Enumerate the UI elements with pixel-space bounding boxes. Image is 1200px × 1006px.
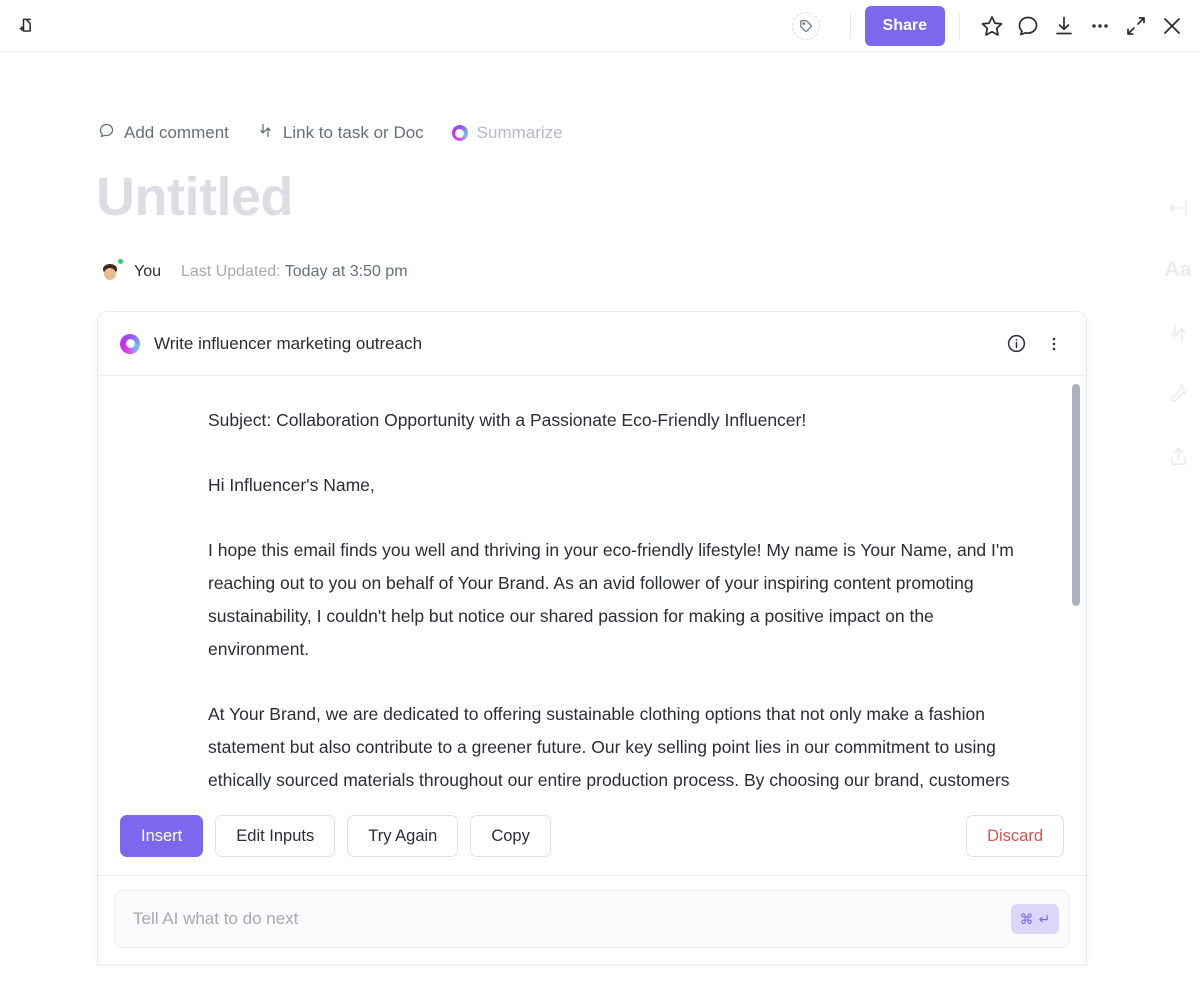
- share-button[interactable]: Share: [865, 6, 945, 46]
- ai-paragraph: At Your Brand, we are dedicated to offer…: [208, 698, 1032, 803]
- new-doc-icon[interactable]: [8, 8, 44, 44]
- comment-icon: [98, 122, 115, 144]
- online-status-dot: [116, 257, 125, 266]
- link-to-task-button[interactable]: Link to task or Doc: [257, 122, 424, 144]
- divider: [850, 13, 851, 39]
- ai-prompt-placeholder: Tell AI what to do next: [133, 909, 298, 929]
- page-title[interactable]: Untitled: [0, 144, 1200, 228]
- submit-shortcut-button[interactable]: ⌘ ↵: [1011, 904, 1059, 934]
- try-again-button[interactable]: Try Again: [347, 815, 458, 857]
- doc-meta: You Last Updated: Today at 3:50 pm: [0, 228, 1200, 286]
- right-toolbar: Aa: [1162, 192, 1194, 472]
- ai-card-header-actions: [1002, 330, 1066, 358]
- ai-response-card: Write influencer marketing outreach: [97, 311, 1087, 965]
- link-icon: [257, 122, 274, 144]
- ai-response-scrollbar[interactable]: [1072, 382, 1080, 797]
- ai-input-bar: Tell AI what to do next ⌘ ↵: [98, 875, 1086, 964]
- ai-response-body: Subject: Collaboration Opportunity with …: [98, 376, 1086, 803]
- ai-paragraph: Subject: Collaboration Opportunity with …: [208, 404, 1032, 437]
- ai-paragraph: I hope this email finds you well and thr…: [208, 534, 1032, 666]
- insert-button[interactable]: Insert: [120, 815, 203, 857]
- top-bar-left: [0, 8, 44, 44]
- enter-key-icon: ↵: [1039, 911, 1051, 928]
- app-root: Share: [0, 0, 1200, 1006]
- divider: [959, 13, 960, 39]
- expand-icon[interactable]: [1118, 8, 1154, 44]
- last-updated-label: Last Updated:: [181, 263, 281, 280]
- last-updated: Last Updated: Today at 3:50 pm: [181, 263, 408, 281]
- last-updated-value: Today at 3:50 pm: [285, 263, 408, 280]
- link-icon[interactable]: [1162, 316, 1194, 348]
- top-bar-right: Share: [792, 6, 1200, 46]
- more-icon[interactable]: [1082, 8, 1118, 44]
- discard-button[interactable]: Discard: [966, 815, 1064, 857]
- add-comment-button[interactable]: Add comment: [98, 122, 229, 144]
- ai-card-header: Write influencer marketing outreach: [98, 312, 1086, 376]
- add-comment-label: Add comment: [124, 123, 229, 143]
- font-size-icon[interactable]: Aa: [1162, 254, 1194, 286]
- comment-icon[interactable]: [1010, 8, 1046, 44]
- info-icon[interactable]: [1002, 330, 1030, 358]
- ai-orb-icon: [452, 125, 468, 141]
- doc-area: Add comment Link to task or Doc Summariz…: [0, 52, 1200, 1006]
- align-left-icon[interactable]: [1162, 192, 1194, 224]
- link-to-task-label: Link to task or Doc: [283, 123, 424, 143]
- scrollbar-thumb[interactable]: [1072, 384, 1080, 606]
- ai-paragraph: Hi Influencer's Name,: [208, 469, 1032, 502]
- share-export-icon[interactable]: [1162, 440, 1194, 472]
- summarize-button[interactable]: Summarize: [452, 123, 563, 143]
- cmd-key-icon: ⌘: [1020, 911, 1034, 928]
- magic-wand-icon[interactable]: [1162, 378, 1194, 410]
- avatar-image: [96, 257, 98, 276]
- tag-icon[interactable]: [792, 12, 820, 40]
- ai-orb-icon: [120, 334, 140, 354]
- copy-button[interactable]: Copy: [470, 815, 551, 857]
- summarize-label: Summarize: [477, 123, 563, 143]
- author-label: You: [134, 263, 161, 281]
- top-bar: Share: [0, 0, 1200, 52]
- close-icon[interactable]: [1154, 8, 1190, 44]
- ai-prompt-title: Write influencer marketing outreach: [154, 334, 422, 354]
- download-icon[interactable]: [1046, 8, 1082, 44]
- font-size-label: Aa: [1165, 258, 1192, 282]
- doc-toolbar: Add comment Link to task or Doc Summariz…: [0, 52, 1200, 144]
- more-vertical-icon[interactable]: [1042, 330, 1066, 358]
- ai-action-buttons: Insert Edit Inputs Try Again Copy Discar…: [98, 803, 1086, 875]
- avatar[interactable]: [96, 258, 124, 286]
- star-icon[interactable]: [974, 8, 1010, 44]
- ai-prompt-input[interactable]: Tell AI what to do next ⌘ ↵: [114, 890, 1070, 948]
- ai-response-text: Subject: Collaboration Opportunity with …: [98, 376, 1078, 803]
- edit-inputs-button[interactable]: Edit Inputs: [215, 815, 335, 857]
